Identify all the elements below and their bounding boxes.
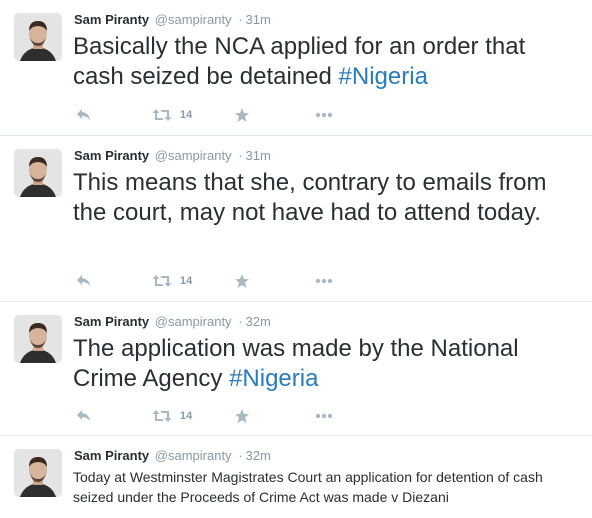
retweet-button[interactable]: 14 (152, 105, 192, 125)
star-icon (234, 273, 250, 289)
tweet-actions: 14 (74, 105, 354, 125)
more-button[interactable] (315, 406, 333, 426)
tweet-text: Today at Westminster Magistrates Court a… (73, 467, 580, 507)
avatar[interactable] (14, 13, 62, 61)
tweet[interactable]: Sam Piranty @sampiranty · 31m This means … (0, 136, 592, 302)
author-name[interactable]: Sam Piranty (74, 12, 149, 27)
retweet-icon (152, 108, 172, 122)
separator: · (238, 314, 243, 329)
tweet[interactable]: Sam Piranty @sampiranty · 32m The applica… (0, 302, 592, 436)
tweet-actions: 14 (74, 406, 354, 426)
favorite-button[interactable] (234, 271, 250, 291)
favorite-button[interactable] (234, 105, 250, 125)
author-handle[interactable]: @sampiranty (155, 448, 232, 463)
retweet-button[interactable]: 14 (152, 406, 192, 426)
more-button[interactable] (315, 271, 333, 291)
star-icon (234, 107, 250, 123)
reply-icon (76, 274, 92, 288)
timeline: Sam Piranty @sampiranty · 31m Basically t… (0, 0, 592, 518)
more-button[interactable] (315, 105, 333, 125)
avatar[interactable] (14, 149, 62, 197)
more-icon (315, 278, 333, 284)
hashtag-link[interactable]: #Nigeria (339, 63, 428, 90)
author-handle[interactable]: @sampiranty (155, 12, 232, 27)
author-name[interactable]: Sam Piranty (74, 314, 149, 329)
timestamp[interactable]: 32m (246, 448, 271, 463)
tweet-text: Basically the NCA applied for an order t… (73, 32, 580, 92)
tweet-text-body: This means that she, contrary to emails … (73, 169, 554, 226)
tweet-header: Sam Piranty @sampiranty · 32m (74, 313, 271, 331)
author-handle[interactable]: @sampiranty (155, 314, 232, 329)
tweet[interactable]: Sam Piranty @sampiranty · 32m Today at We… (0, 436, 592, 518)
retweet-count: 14 (180, 410, 193, 422)
star-icon (234, 408, 250, 424)
timestamp[interactable]: 31m (246, 148, 271, 163)
more-icon (315, 413, 333, 419)
tweet[interactable]: Sam Piranty @sampiranty · 31m Basically t… (0, 0, 592, 136)
tweet-text-body: Basically the NCA applied for an order t… (73, 33, 532, 90)
separator: · (238, 148, 243, 163)
tweet-text-body: Today at Westminster Magistrates Court a… (73, 469, 547, 505)
author-name[interactable]: Sam Piranty (74, 448, 149, 463)
tweet-header: Sam Piranty @sampiranty · 31m (74, 11, 271, 29)
retweet-count: 14 (180, 109, 193, 121)
tweet-text: This means that she, contrary to emails … (73, 168, 580, 228)
tweet-header: Sam Piranty @sampiranty · 32m (74, 447, 271, 465)
avatar[interactable] (14, 315, 62, 363)
reply-button[interactable] (76, 271, 92, 291)
reply-icon (76, 409, 92, 423)
separator: · (238, 448, 243, 463)
more-icon (315, 112, 333, 118)
avatar[interactable] (14, 449, 62, 497)
reply-button[interactable] (76, 105, 92, 125)
author-name[interactable]: Sam Piranty (74, 148, 149, 163)
tweet-header: Sam Piranty @sampiranty · 31m (74, 147, 271, 165)
favorite-button[interactable] (234, 406, 250, 426)
timestamp[interactable]: 32m (246, 314, 271, 329)
retweet-icon (152, 274, 172, 288)
timestamp[interactable]: 31m (246, 12, 271, 27)
reply-icon (76, 108, 92, 122)
retweet-count: 14 (180, 275, 193, 287)
retweet-button[interactable]: 14 (152, 271, 192, 291)
retweet-icon (152, 409, 172, 423)
tweet-text: The application was made by the National… (73, 334, 580, 394)
author-handle[interactable]: @sampiranty (155, 148, 232, 163)
hashtag-link[interactable]: #Nigeria (229, 365, 318, 392)
separator: · (238, 12, 243, 27)
reply-button[interactable] (76, 406, 92, 426)
tweet-actions: 14 (74, 271, 354, 291)
